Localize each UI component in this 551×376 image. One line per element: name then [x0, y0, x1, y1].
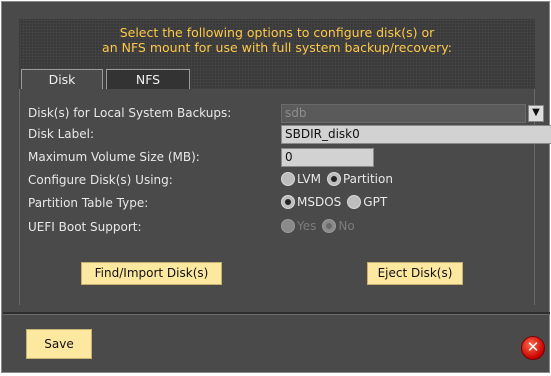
radio-msdos[interactable]	[281, 195, 295, 209]
max-volume-label: Maximum Volume Size (MB):	[28, 150, 200, 164]
eject-disks-button[interactable]: Eject Disk(s)	[367, 262, 463, 285]
save-button[interactable]: Save	[26, 329, 92, 359]
dialog-frame: Select the following options to configur…	[1, 1, 551, 373]
disk-label-input[interactable]: SBDIR_disk0	[281, 125, 551, 144]
uefi-label: UEFI Boot Support:	[28, 220, 142, 234]
radio-uefi-yes-label: Yes	[297, 219, 317, 233]
disks-select[interactable]: sdb	[281, 104, 526, 123]
close-icon[interactable]: ✕	[521, 336, 545, 360]
find-import-disks-button[interactable]: Find/Import Disk(s)	[81, 262, 222, 285]
dialog-header: Select the following options to configur…	[19, 19, 535, 69]
tab-disk[interactable]: Disk	[21, 69, 103, 89]
tab-bar: Disk NFS	[19, 69, 535, 89]
radio-gpt-label: GPT	[363, 195, 388, 209]
radio-uefi-no-label: No	[338, 219, 355, 233]
footer-divider	[3, 312, 550, 315]
disk-panel: Disk(s) for Local System Backups: sdb ▼ …	[19, 89, 551, 305]
disks-label: Disk(s) for Local System Backups:	[28, 106, 232, 120]
uefi-radio-group: Yes No	[281, 219, 355, 233]
disk-label-label: Disk Label:	[28, 127, 95, 141]
radio-uefi-yes[interactable]	[281, 219, 295, 233]
disks-select-value: sdb	[285, 106, 307, 120]
radio-partition-label: Partition	[342, 172, 393, 186]
configure-radio-group: LVM Partition	[281, 172, 393, 186]
tab-nfs[interactable]: NFS	[106, 69, 190, 89]
radio-lvm[interactable]	[281, 172, 295, 186]
configure-label: Configure Disk(s) Using:	[28, 173, 173, 187]
header-line-2: an NFS mount for use with full system ba…	[102, 40, 452, 55]
radio-lvm-label: LVM	[297, 172, 321, 186]
partition-table-radio-group: MSDOS GPT	[281, 195, 387, 209]
radio-uefi-no[interactable]	[322, 219, 337, 233]
partition-table-label: Partition Table Type:	[28, 196, 149, 210]
radio-partition[interactable]	[326, 172, 341, 186]
radio-gpt[interactable]	[347, 195, 362, 209]
chevron-down-icon[interactable]: ▼	[528, 105, 544, 122]
header-line-1: Select the following options to configur…	[119, 25, 435, 40]
max-volume-input[interactable]: 0	[281, 148, 374, 167]
radio-msdos-label: MSDOS	[297, 195, 342, 209]
